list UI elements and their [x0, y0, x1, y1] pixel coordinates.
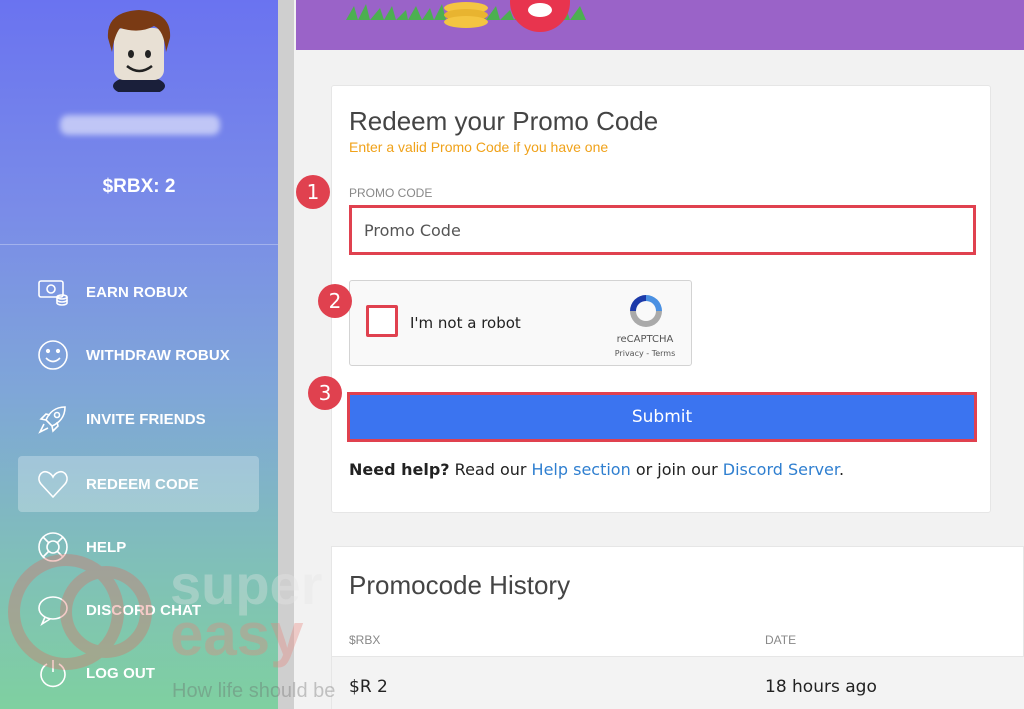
- sidebar-item-withdraw-robux[interactable]: WITHDRAW ROBUX: [18, 327, 259, 383]
- recaptcha-label: I'm not a robot: [410, 314, 521, 332]
- recaptcha-links[interactable]: Privacy - Terms: [600, 349, 690, 358]
- help-section-link[interactable]: Help section: [532, 460, 631, 479]
- sidebar-item-label: LOG OUT: [86, 664, 156, 682]
- sidebar-item-label: HELP: [86, 538, 127, 556]
- sidebar-item-label: REDEEM CODE: [86, 475, 199, 493]
- help-text-2: or join our: [630, 460, 723, 479]
- avatar[interactable]: [100, 8, 178, 92]
- sidebar-item-label: INVITE FRIENDS: [86, 410, 206, 428]
- cell-date: 18 hours ago: [765, 677, 877, 697]
- redeem-title: Redeem your Promo Code: [349, 106, 659, 136]
- sidebar-item-label: DISCORD CHAT: [86, 601, 202, 619]
- sidebar-item-discord-chat[interactable]: DISCORD CHAT: [18, 582, 259, 638]
- cell-rbx: $R 2: [349, 677, 388, 697]
- power-icon: [36, 656, 70, 690]
- username-blurred: [60, 115, 220, 135]
- step-badge-1: 1: [296, 175, 330, 209]
- money-icon: [36, 275, 70, 309]
- submit-button[interactable]: Submit: [347, 392, 977, 442]
- column-header-date: DATE: [765, 633, 797, 647]
- sidebar: $RBX: 2 EARN ROBUX WITHDRAW ROBUX INVITE…: [0, 0, 278, 709]
- sidebar-item-help[interactable]: HELP: [18, 519, 259, 575]
- recaptcha-widget: I'm not a robot reCAPTCHA Privacy - Term…: [349, 280, 692, 366]
- promocode-history-card: Promocode History $RBX DATE $R 2 18 hour…: [331, 546, 1024, 709]
- sidebar-item-invite-friends[interactable]: INVITE FRIENDS: [18, 391, 259, 447]
- help-suffix: .: [839, 460, 845, 479]
- promo-code-input[interactable]: [349, 205, 976, 255]
- rbx-balance: $RBX: 2: [102, 176, 176, 197]
- recaptcha-brand: reCAPTCHA: [616, 334, 674, 345]
- promo-code-label: PROMO CODE: [349, 186, 433, 200]
- redeem-subtitle: Enter a valid Promo Code if you have one: [349, 139, 609, 155]
- help-text: Need help? Read our Help section or join…: [349, 460, 844, 479]
- column-header-rbx: $RBX: [349, 633, 381, 647]
- lifebuoy-icon: [36, 530, 70, 564]
- sidebar-item-redeem-code[interactable]: REDEEM CODE: [18, 456, 259, 512]
- discord-server-link[interactable]: Discord Server: [723, 460, 839, 479]
- banner-art: [346, 0, 586, 32]
- recaptcha-icon: [630, 295, 662, 327]
- scrollbar[interactable]: [278, 0, 294, 709]
- sidebar-divider: [0, 244, 278, 245]
- sidebar-item-earn-robux[interactable]: EARN ROBUX: [18, 264, 259, 320]
- smiley-icon: [36, 338, 70, 372]
- step-badge-2: 2: [318, 284, 352, 318]
- rocket-icon: [36, 402, 70, 436]
- history-title: Promocode History: [349, 570, 571, 600]
- sidebar-item-label: EARN ROBUX: [86, 283, 188, 301]
- top-banner: [296, 0, 1024, 50]
- chat-icon: [36, 593, 70, 627]
- help-prefix: Need help?: [349, 460, 450, 479]
- step-badge-3: 3: [308, 376, 342, 410]
- sidebar-item-label: WITHDRAW ROBUX: [86, 346, 230, 364]
- recaptcha-checkbox[interactable]: [366, 305, 398, 337]
- sidebar-item-log-out[interactable]: LOG OUT: [18, 645, 259, 701]
- help-text-1: Read our: [449, 460, 532, 479]
- redeem-card: Redeem your Promo Code Enter a valid Pro…: [331, 85, 991, 513]
- table-row: $R 2 18 hours ago: [332, 656, 1024, 709]
- heart-icon: [36, 467, 70, 501]
